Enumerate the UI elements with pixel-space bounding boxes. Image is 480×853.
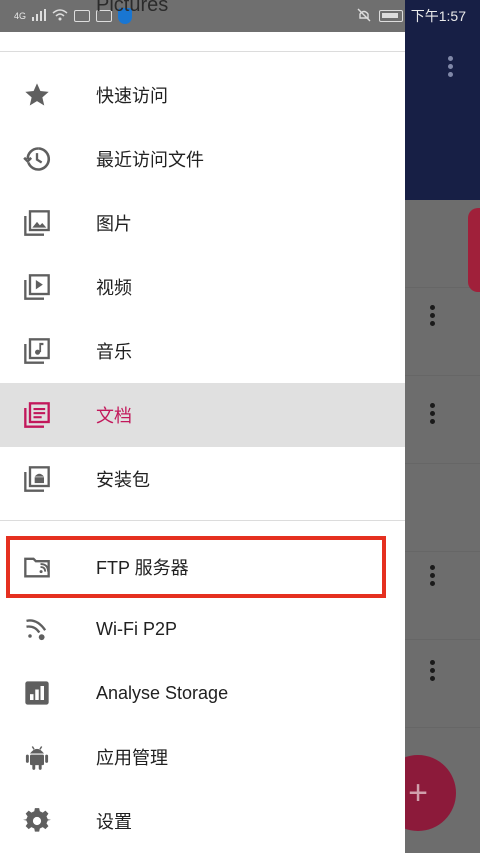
status-time: 下午1:57 xyxy=(410,8,466,24)
wifi-icon xyxy=(52,8,68,24)
drawer-item-app-manager[interactable]: 应用管理 xyxy=(0,725,405,789)
row-menu-icon[interactable] xyxy=(425,305,439,327)
ftp-highlight-box xyxy=(6,536,386,598)
folder-notification-icon xyxy=(74,10,91,22)
android-icon xyxy=(22,742,52,772)
drawer-item-label: 最近访问文件 xyxy=(96,150,204,170)
drawer-item-label: 安装包 xyxy=(96,470,150,490)
background-title: Pictures xyxy=(96,0,169,16)
star-icon xyxy=(22,80,52,110)
drawer-item-apk[interactable]: 安装包 xyxy=(0,447,405,511)
divider xyxy=(0,51,405,52)
drawer-item-label: 设置 xyxy=(96,812,132,832)
drawer-item-label: Analyse Storage xyxy=(96,682,229,703)
drawer-item-videos[interactable]: 视频 xyxy=(0,255,405,319)
drawer-item-music[interactable]: 音乐 xyxy=(0,319,405,383)
divider xyxy=(0,520,405,521)
row-menu-icon[interactable] xyxy=(425,403,439,425)
navigation-drawer: 快速访问 最近访问文件 图片 视频 音乐 文档 安装包 FTP 服务器 Wi-F… xyxy=(0,0,405,853)
gear-icon xyxy=(22,806,52,836)
drawer-item-quick-access[interactable]: 快速访问 xyxy=(0,63,405,127)
drawer-item-label: Wi-Fi P2P xyxy=(96,618,177,639)
status-bar: 4G 下午1:57 xyxy=(0,0,480,32)
history-icon xyxy=(22,144,52,174)
drawer-item-label: 应用管理 xyxy=(96,748,168,768)
drawer-item-wifi-p2p[interactable]: Wi-Fi P2P xyxy=(0,597,405,661)
drawer-item-label: 快速访问 xyxy=(96,86,168,106)
drawer-item-documents[interactable]: 文档 xyxy=(0,383,405,447)
background-red-indicator xyxy=(468,208,480,292)
overflow-menu-icon[interactable] xyxy=(440,56,460,84)
drawer-item-analyse-storage[interactable]: Analyse Storage xyxy=(0,661,405,725)
drawer-item-images[interactable]: 图片 xyxy=(0,191,405,255)
android-package-icon xyxy=(22,464,52,494)
drawer-item-label: 视频 xyxy=(96,278,132,298)
drawer-item-settings[interactable]: 设置 xyxy=(0,789,405,853)
drawer-item-label: 文档 xyxy=(96,406,132,426)
plus-icon: + xyxy=(408,773,428,812)
row-menu-icon[interactable] xyxy=(425,565,439,587)
image-library-icon xyxy=(22,208,52,238)
drawer-item-label: 音乐 xyxy=(96,342,132,362)
battery-icon xyxy=(378,10,403,22)
video-library-icon xyxy=(22,272,52,302)
signal-icon xyxy=(32,8,47,24)
row-menu-icon[interactable] xyxy=(425,660,439,682)
wifi-p2p-icon xyxy=(22,614,52,644)
drawer-item-label: 图片 xyxy=(96,214,132,234)
document-library-icon xyxy=(22,400,52,430)
storage-chart-icon xyxy=(22,678,52,708)
drawer-item-recent-files[interactable]: 最近访问文件 xyxy=(0,127,405,191)
mute-icon xyxy=(357,8,371,25)
network-type: 4G xyxy=(14,11,27,21)
music-library-icon xyxy=(22,336,52,366)
